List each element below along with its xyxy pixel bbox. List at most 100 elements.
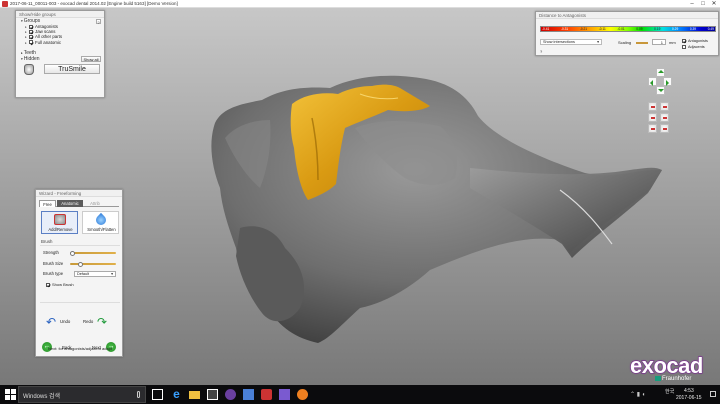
chevron-down-icon: ▾ <box>111 272 113 276</box>
task-view-icon[interactable] <box>152 389 163 400</box>
checkbox-antagonists-distance[interactable] <box>682 39 686 43</box>
checkbox-antagonists[interactable] <box>29 24 33 29</box>
arrow-left-icon <box>650 79 653 86</box>
scale-label: -0.31 <box>560 26 569 31</box>
scale-label: -0.01 <box>617 26 625 31</box>
view-right-button[interactable] <box>660 113 669 122</box>
brush-size-slider-thumb[interactable] <box>77 261 83 267</box>
arrow-down-icon <box>658 89 664 92</box>
chevron-down-icon: ▾ <box>597 40 599 44</box>
view-bottom-button[interactable] <box>660 124 669 133</box>
input-language[interactable]: 한국 <box>665 388 674 395</box>
show-all-button[interactable]: Show all <box>81 56 101 62</box>
jaw-view-icon <box>663 106 667 108</box>
scale-label: 0.09 <box>636 26 643 31</box>
show-intersections-select[interactable]: Show intersections ▾ <box>540 39 602 45</box>
jaw-view-icon <box>651 128 655 130</box>
3d-viewport[interactable]: Show/Hide groups ▾ Groups ? ▸ Antagonists… <box>0 8 720 385</box>
jaw-view-icon <box>663 117 667 119</box>
action-center-icon[interactable] <box>710 391 716 397</box>
panel-title: Show/Hide groups <box>16 11 104 18</box>
scale-label: -0.41 <box>542 26 550 31</box>
checkbox-jaw-scans[interactable] <box>29 30 33 35</box>
view-top-button[interactable] <box>648 124 657 133</box>
app-icon[interactable] <box>297 389 308 400</box>
window-title: 2017-06-11_00011-003 - exocad dental 201… <box>10 1 178 6</box>
checkbox-adjacents[interactable] <box>682 45 686 49</box>
brush-type-label: Brush type <box>43 271 64 276</box>
jaw-view-icon <box>651 117 655 119</box>
rotate-left-button[interactable] <box>648 77 657 86</box>
scale-labels: -0.41 -0.31 -0.21 -0.11 -0.01 0.09 0.19 … <box>542 27 714 31</box>
scale-label: 0.39 <box>689 26 697 31</box>
fraunhofer-logo: Fraunhofer <box>655 376 691 382</box>
scale-label: 0.29 <box>672 26 679 31</box>
edge-icon[interactable]: e <box>171 388 182 400</box>
app-icon[interactable] <box>225 389 236 400</box>
taskbar-search[interactable]: Windows 검색 <box>18 386 146 403</box>
checkbox-other-parts[interactable] <box>29 35 33 40</box>
view-left-button[interactable] <box>648 113 657 122</box>
close-button[interactable]: ✕ <box>708 0 720 8</box>
wizard-freeforming-panel: Wizard - Freeforming Free Anatomic Attri… <box>35 189 123 357</box>
antagonists-toggle[interactable]: Antagonists <box>682 39 708 43</box>
help-icon[interactable]: ? <box>540 49 542 54</box>
scale-label: -0.11 <box>598 26 606 31</box>
rotate-down-button[interactable] <box>655 86 665 95</box>
trusmile-button[interactable]: TruSmile <box>44 63 100 74</box>
scaling-input[interactable]: 1 <box>652 39 666 45</box>
windows-start-icon[interactable] <box>5 389 16 400</box>
wizard-footer: Next: for antagonists/adjacent adapt <box>48 346 113 351</box>
help-icon[interactable]: ? <box>96 18 101 25</box>
view-back-button[interactable] <box>660 102 669 111</box>
tab-anatomic[interactable]: Anatomic <box>57 200 83 207</box>
notification-icons[interactable]: ⌃ ▮ ◖ <box>630 391 645 398</box>
exocad-taskbar-icon[interactable] <box>261 389 272 400</box>
scale-label: 0.49 <box>707 26 714 31</box>
undo-icon: ↶ <box>46 315 57 329</box>
brush-type-select[interactable]: Default ▾ <box>74 271 116 277</box>
rotate-right-button[interactable] <box>663 77 672 86</box>
strength-slider[interactable] <box>69 250 116 256</box>
taskbar: Windows 검색 e ⌃ ▮ ◖ 한국 4:53 2017-06-15 <box>0 385 720 404</box>
undo-button[interactable]: ↶ Undo <box>46 316 79 330</box>
view-front-button[interactable] <box>648 102 657 111</box>
checkbox-show-brush[interactable] <box>46 282 50 287</box>
trusmile-row: TruSmile <box>16 63 104 76</box>
app-icon[interactable] <box>279 389 290 400</box>
jaw-view-icon <box>651 106 655 108</box>
brush-header: Brush <box>41 239 53 244</box>
rotate-up-button[interactable] <box>655 68 665 77</box>
distance-to-antagonists-panel: Distance to Antagonists -0.41 -0.31 -0.2… <box>535 11 719 56</box>
tooth-icon <box>24 63 34 75</box>
strength-label: Strength <box>43 250 59 255</box>
exocad-app-icon <box>2 1 8 7</box>
brush-size-label: Brush Size <box>43 261 64 266</box>
store-icon[interactable] <box>207 389 218 400</box>
checkbox-full-anatomic[interactable] <box>29 40 33 45</box>
scale-label: 0.19 <box>654 26 661 31</box>
strength-slider-thumb[interactable] <box>69 250 75 256</box>
scaling-slider[interactable] <box>636 42 648 44</box>
redo-button[interactable]: Redo ↷ <box>81 316 114 330</box>
wizard-tabs: Free Anatomic Attrib <box>39 200 119 207</box>
groups-header[interactable]: ▾ Groups ? <box>16 18 104 25</box>
tool-smooth-flatten[interactable]: Smooth/Flatten <box>82 211 119 234</box>
scaling-label: Scaling <box>618 40 632 45</box>
redo-icon: ↷ <box>97 315 108 329</box>
tool-add-remove[interactable]: Add/Remove <box>41 211 78 234</box>
brush-size-slider[interactable] <box>70 261 116 267</box>
adjacents-toggle[interactable]: Adjacents <box>682 45 705 49</box>
panel-title: Wizard - Freeforming <box>36 190 122 197</box>
show-brush-toggle[interactable]: Show Brush <box>46 282 74 287</box>
fraunhofer-mark-icon <box>655 376 661 381</box>
clock-time[interactable]: 4:53 <box>684 388 694 394</box>
title-bar: 2017-06-11_00011-003 - exocad dental 201… <box>0 0 720 8</box>
add-remove-icon <box>54 214 66 225</box>
app-icon[interactable] <box>243 389 254 400</box>
folder-icon[interactable] <box>189 391 200 399</box>
hidden-header[interactable]: ▾ Hidden Show all <box>16 56 104 62</box>
tab-attrib[interactable]: Attrib <box>84 200 106 207</box>
tab-free[interactable]: Free <box>39 200 56 207</box>
clock-date[interactable]: 2017-06-15 <box>676 395 702 401</box>
